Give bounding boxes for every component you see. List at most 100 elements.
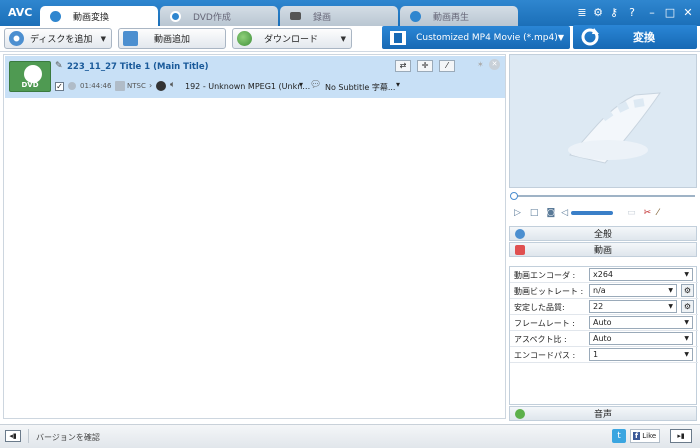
general-label: 全般: [593, 230, 612, 240]
file-list: DVD ✎ 223_11_27 Title 1 (Main Title) ⇄ ✛…: [3, 54, 506, 419]
film-reel-icon: [568, 92, 662, 164]
item-checkbox[interactable]: ✓: [55, 82, 64, 91]
setting-row: 動画ビットレート : n/a ▼ ⚙: [510, 283, 698, 299]
setting-row: 安定した品質: 22 ▼ ⚙: [510, 299, 698, 315]
play-icon[interactable]: ▷: [514, 208, 521, 218]
volume-slider[interactable]: [571, 210, 614, 215]
add-video-button[interactable]: 動画追加: [118, 28, 226, 49]
gear-icon[interactable]: ⚙: [681, 284, 694, 297]
setting-row: エンコードパス : 1 ▼: [510, 347, 698, 363]
maximize-button[interactable]: □: [662, 6, 678, 19]
stop-icon[interactable]: □: [530, 208, 539, 218]
convert-button[interactable]: 変換: [573, 25, 697, 49]
subtitle-select[interactable]: No Subtitle 字幕...: [325, 82, 395, 93]
chevron-down-icon[interactable]: ▾: [299, 80, 303, 89]
panel-collapse-icon[interactable]: ▸▮: [670, 429, 692, 443]
setting-value: Auto: [593, 334, 612, 343]
tab-video-convert[interactable]: 動画変換: [40, 6, 158, 26]
speaker-icon: [515, 409, 525, 419]
chevron-down-icon: ▼: [684, 271, 689, 278]
help-button[interactable]: ?: [624, 6, 640, 19]
add-disc-label: ディスクを追加: [30, 35, 93, 45]
panel-toggle-icon[interactable]: ◂▮: [5, 430, 21, 442]
swap-icon[interactable]: ⇄: [395, 60, 411, 72]
title-bar: AVC 動画変換 DVD作成 録画 動画再生 ≣ ⚙ ⚷ ? – □ ✕: [0, 0, 700, 26]
crop-icon[interactable]: ✛: [417, 60, 433, 72]
app-logo: AVC: [8, 6, 33, 19]
twitter-icon[interactable]: t: [612, 429, 626, 443]
setting-value: 1: [593, 350, 599, 359]
player-controls: ▷ □ ◙ ◁ ▭ ✂ ⁄: [509, 205, 697, 220]
framerate-select[interactable]: Auto ▼: [589, 316, 693, 329]
divider: [28, 429, 29, 443]
setting-value: x264: [593, 270, 614, 279]
gear-icon[interactable]: ⚙: [590, 6, 606, 19]
setting-value: 22: [593, 302, 604, 311]
setting-label: エンコードパス :: [514, 351, 576, 360]
video-label: 動画: [593, 246, 612, 256]
camera-icon[interactable]: ◙: [546, 208, 555, 218]
volume-icon[interactable]: ◁: [561, 208, 568, 218]
facebook-like-button[interactable]: f Like: [630, 429, 660, 443]
speaker-icon: 🔈︎: [170, 80, 176, 90]
chevron-down-icon[interactable]: ▼: [341, 35, 346, 43]
gear-icon[interactable]: ⚙: [681, 300, 694, 313]
output-profile-select[interactable]: Customized MP4 Movie (*.mp4) ▼: [382, 26, 570, 49]
section-audio[interactable]: 音声: [509, 406, 697, 421]
facebook-icon: f: [633, 432, 641, 440]
pencil-icon[interactable]: ✎: [55, 61, 63, 71]
wrench-icon: [515, 229, 525, 239]
video-icon: [115, 81, 125, 91]
menu-icon[interactable]: ≣: [574, 6, 590, 19]
play-tab-icon: [410, 10, 421, 22]
chevron-down-icon[interactable]: ▼: [101, 35, 106, 43]
seek-track[interactable]: [515, 195, 695, 197]
key-icon[interactable]: ⚷: [606, 6, 622, 19]
scissors-icon[interactable]: ✂: [644, 208, 652, 218]
seek-bar[interactable]: [509, 191, 697, 201]
aspect-select[interactable]: Auto ▼: [589, 332, 693, 345]
film-add-icon: [123, 31, 138, 46]
check-version-link[interactable]: バージョンを確認: [36, 432, 100, 443]
video-settings-panel: 動画エンコーダ : x264 ▼ 動画ビットレート : n/a ▼ ⚙ 安定した品質…: [509, 266, 698, 405]
video-standard: NTSC: [127, 82, 146, 90]
encoder-select[interactable]: x264 ▼: [589, 268, 693, 281]
pin-icon[interactable]: ✶: [477, 60, 484, 69]
tab-record[interactable]: 録画: [280, 6, 398, 26]
seek-knob[interactable]: [510, 192, 518, 200]
audio-settings-icon[interactable]: [156, 81, 166, 91]
setting-row: フレームレート : Auto ▼: [510, 315, 698, 331]
setting-label: 動画ビットレート :: [514, 287, 584, 296]
remove-icon[interactable]: ✕: [489, 59, 500, 70]
convert-tab-icon: [50, 10, 61, 22]
encode-pass-select[interactable]: 1 ▼: [589, 348, 693, 361]
section-general[interactable]: 全般: [509, 226, 697, 241]
magic-wand-icon[interactable]: ⁄: [657, 208, 659, 218]
chevron-down-icon[interactable]: ▾: [396, 80, 400, 89]
list-item[interactable]: DVD ✎ 223_11_27 Title 1 (Main Title) ⇄ ✛…: [5, 56, 505, 98]
tab-label: DVD作成: [193, 12, 231, 23]
bitrate-select[interactable]: n/a ▼: [589, 284, 677, 297]
audio-track-select[interactable]: 192 - Unknown MPEG1 (Unkn…: [185, 82, 310, 91]
magic-wand-icon[interactable]: ⁄: [439, 60, 455, 72]
globe-download-icon: [237, 31, 252, 46]
setting-row: アスペクト比 : Auto ▼: [510, 331, 698, 347]
tab-label: 録画: [313, 12, 332, 23]
dvd-thumbnail: DVD: [9, 61, 51, 92]
tab-dvd-create[interactable]: DVD作成: [160, 6, 278, 26]
download-button[interactable]: ダウンロード ▼: [232, 28, 352, 49]
section-video[interactable]: 動画: [509, 242, 697, 257]
minimize-button[interactable]: –: [644, 6, 660, 19]
item-title[interactable]: 223_11_27 Title 1 (Main Title): [67, 62, 209, 72]
record-icon: [290, 12, 301, 20]
tab-label: 動画再生: [433, 12, 470, 23]
setting-label: 安定した品質:: [514, 303, 565, 312]
close-button[interactable]: ✕: [680, 6, 696, 19]
profile-label: Customized MP4 Movie (*.mp4): [416, 32, 558, 43]
convert-label: 変換: [633, 31, 655, 44]
tab-playback[interactable]: 動画再生: [400, 6, 518, 26]
download-label: ダウンロード: [264, 35, 319, 45]
add-disc-button[interactable]: ディスクを追加 ▼: [4, 28, 112, 49]
chevron-down-icon: ▼: [684, 319, 689, 326]
quality-select[interactable]: 22 ▼: [589, 300, 677, 313]
